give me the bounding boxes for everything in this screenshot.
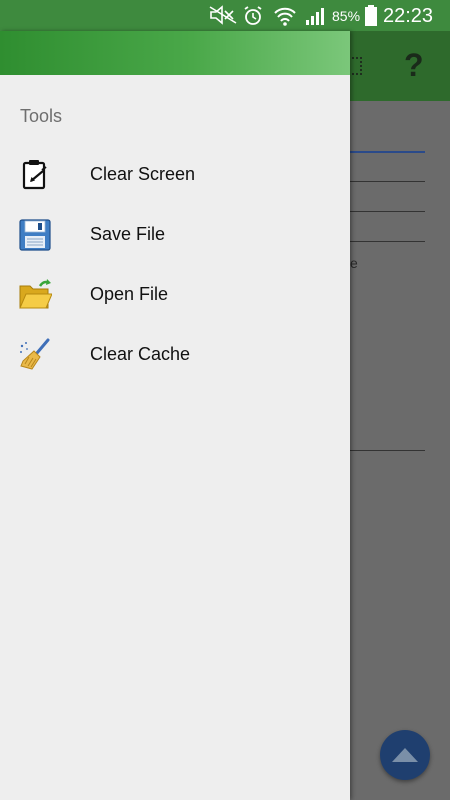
menu-item-clear-cache[interactable]: Clear Cache xyxy=(0,325,350,385)
divider xyxy=(350,181,425,182)
wifi-icon xyxy=(273,5,297,32)
clock: 22:23 xyxy=(383,5,434,27)
battery-percent: 85% xyxy=(332,8,361,24)
mute-icon xyxy=(208,5,238,30)
floppy-disk-icon xyxy=(18,218,52,252)
signal-icon xyxy=(304,5,328,32)
open-folder-icon xyxy=(18,278,53,312)
menu-item-label: Clear Screen xyxy=(90,164,196,184)
menu-item-label: Open File xyxy=(90,284,169,304)
broom-icon xyxy=(18,338,52,372)
menu-item-label: Save File xyxy=(90,224,166,244)
clipboard-icon xyxy=(18,158,52,192)
divider xyxy=(350,241,425,242)
menu-item-clear-screen[interactable]: Clear Screen xyxy=(0,145,350,205)
menu-item-open-file[interactable]: Open File xyxy=(0,265,350,325)
divider xyxy=(350,151,425,153)
menu-item-save-file[interactable]: Save File xyxy=(0,205,350,265)
scroll-up-button[interactable] xyxy=(380,730,430,780)
section-title-tools: Tools xyxy=(20,106,63,126)
help-icon[interactable]: ? xyxy=(404,47,424,84)
status-bar: 85% 22:23 xyxy=(0,0,450,31)
divider xyxy=(350,211,425,212)
battery-icon xyxy=(364,5,378,32)
alarm-icon xyxy=(242,5,264,32)
background-text-fragment: e xyxy=(350,255,358,271)
divider xyxy=(350,450,425,451)
grid-icon xyxy=(348,57,362,75)
drawer-header xyxy=(0,31,350,75)
navigation-drawer: Tools Clear Screen Save File Open File C… xyxy=(0,31,350,800)
menu-item-label: Clear Cache xyxy=(90,344,191,364)
chevron-up-icon xyxy=(392,748,418,762)
